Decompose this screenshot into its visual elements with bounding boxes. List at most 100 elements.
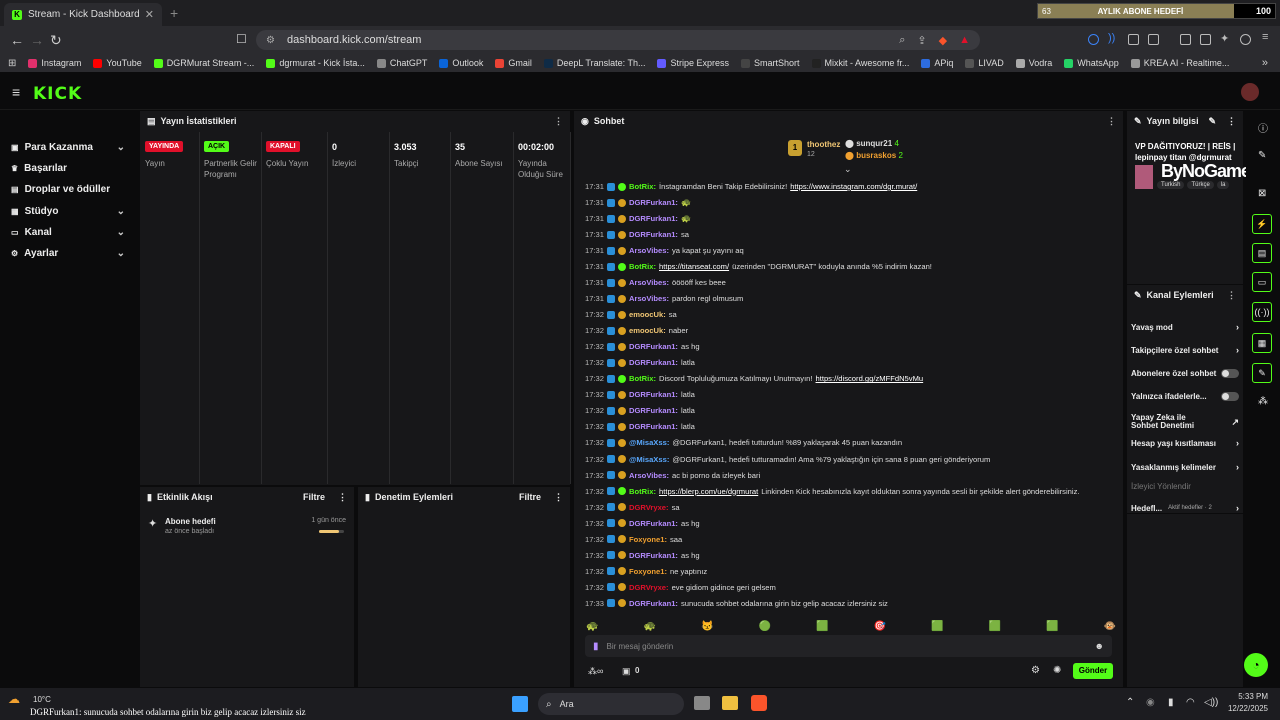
rail-lightning-button[interactable]: ⚡: [1252, 214, 1272, 234]
rail-broadcast-button[interactable]: ((·)): [1252, 302, 1272, 322]
emote-icon[interactable]: 🟩: [816, 621, 828, 632]
emote-icon[interactable]: 🟩: [989, 621, 1001, 632]
actions-more-icon[interactable]: ⋮: [1227, 290, 1236, 301]
points-icon[interactable]: ⁂∞: [588, 666, 603, 677]
message-username[interactable]: emoocUk:: [629, 326, 666, 335]
volume-icon[interactable]: ◁)): [1204, 697, 1218, 708]
message-username[interactable]: DGRFurkan1:: [629, 198, 678, 207]
stream-tag[interactable]: la: [1216, 181, 1230, 189]
bookmark-item[interactable]: WhatsApp: [1064, 58, 1119, 68]
top-user-3[interactable]: ⬤ busraskos 2: [845, 151, 903, 160]
stream-tag[interactable]: Turkish: [1157, 181, 1185, 189]
edit-icon[interactable]: ✎: [1258, 150, 1266, 161]
bookmark-icon[interactable]: ☐: [236, 32, 247, 46]
sidebar-item-droplar-ve-ödüller[interactable]: ▤ Droplar ve ödüller: [6, 180, 130, 200]
bookmark-item[interactable]: Gmail: [495, 58, 532, 68]
rail-layout-button[interactable]: ▦: [1252, 333, 1272, 353]
site-info-icon[interactable]: ⚙: [266, 35, 275, 46]
leo-ai-icon[interactable]: ✦: [1220, 32, 1231, 45]
kick-logo[interactable]: KICK: [33, 84, 82, 104]
clip-icon[interactable]: ⊠: [1258, 188, 1266, 199]
reload-icon[interactable]: ↻: [50, 32, 62, 49]
send-button[interactable]: Gönder: [1073, 663, 1113, 679]
message-username[interactable]: ArsoVibes:: [629, 294, 669, 303]
message-username[interactable]: BotRix:: [629, 182, 656, 191]
emote-icon[interactable]: 🟩: [931, 621, 943, 632]
bookmark-item[interactable]: Vodra: [1015, 58, 1052, 68]
message-username[interactable]: DGRFurkan1:: [629, 214, 678, 223]
zoom-icon[interactable]: ⌕: [899, 34, 905, 47]
bookmark-item[interactable]: APiq: [921, 58, 953, 68]
channel-action[interactable]: Abonelere özel sohbet: [1131, 369, 1239, 378]
message-username[interactable]: @MisaXss:: [629, 455, 669, 464]
bookmark-item[interactable]: SmartShort: [741, 58, 800, 68]
bookmark-item[interactable]: Outlook: [439, 58, 483, 68]
gift-icon[interactable]: ▣: [622, 666, 631, 677]
message-username[interactable]: BotRix:: [629, 262, 656, 271]
info-more-icon[interactable]: ⋮: [1227, 116, 1236, 127]
channel-action[interactable]: Yasaklanmış kelimeler ›: [1131, 462, 1239, 472]
chat-input[interactable]: ▮ Bir mesaj gönderin ☻: [585, 635, 1112, 657]
channel-action[interactable]: Yapay Zeka ile Sohbet Denetimi ↗: [1131, 414, 1239, 430]
stats-more-icon[interactable]: ⋮: [554, 116, 563, 127]
browser-tab[interactable]: K Stream - Kick Dashboard ✕: [4, 3, 162, 26]
extensions-icon[interactable]: [1128, 34, 1139, 45]
emote-icon[interactable]: 🐵: [1104, 621, 1116, 632]
channel-action[interactable]: Takipçilere özel sohbet ›: [1131, 345, 1239, 355]
apps-grid-icon[interactable]: ⊞: [8, 58, 16, 69]
message-username[interactable]: DGRFurkan1:: [629, 422, 678, 431]
message-link[interactable]: https://www.instagram.com/dgr.murat/: [790, 182, 917, 191]
task-view-icon[interactable]: [694, 696, 710, 710]
emote-icon[interactable]: 🎯: [874, 621, 886, 632]
toggle-switch[interactable]: [1221, 369, 1239, 378]
message-username[interactable]: ArsoVibes:: [629, 471, 669, 480]
bookmark-item[interactable]: DeepL Translate: Th...: [543, 58, 645, 68]
message-username[interactable]: DGRFurkan1:: [629, 230, 678, 239]
sidebar-item-ayarlar[interactable]: ⚙ Ayarlar ⌄: [6, 244, 130, 264]
clock-time[interactable]: 5:33 PM: [1226, 692, 1268, 701]
split-view-icon[interactable]: [1180, 34, 1191, 45]
forward-icon[interactable]: →: [30, 32, 44, 48]
wifi-icon[interactable]: ◠: [1186, 697, 1195, 708]
tray-mic-icon[interactable]: ▮: [1168, 697, 1174, 708]
top-user-2[interactable]: ⬤ sunqur21 4: [845, 139, 899, 148]
activity-more-icon[interactable]: ⋮: [338, 492, 347, 503]
emote-icon[interactable]: 🐢: [644, 621, 656, 632]
microphone-icon[interactable]: ▮: [593, 641, 599, 652]
bookmark-item[interactable]: YouTube: [93, 58, 142, 68]
moderation-more-icon[interactable]: ⋮: [554, 492, 563, 503]
bookmark-item[interactable]: ChatGPT: [376, 58, 427, 68]
message-username[interactable]: ArsoVibes:: [629, 278, 669, 287]
sidebar-toggle-icon[interactable]: [1148, 34, 1159, 45]
emote-icon[interactable]: 🟢: [759, 621, 771, 632]
moderation-filter-button[interactable]: Filtre: [519, 492, 541, 502]
clock-date[interactable]: 12/22/2025: [1220, 704, 1268, 713]
channel-action[interactable]: Hesap yaşı kısıtlaması ›: [1131, 438, 1239, 448]
chat-settings-icon[interactable]: ⚙: [1031, 665, 1040, 676]
url-field[interactable]: ⚙ dashboard.kick.com/stream ⌕ ⇪ ◆ ▲: [256, 30, 980, 50]
brave-browser-icon[interactable]: [751, 695, 767, 711]
audio-icon[interactable]: )): [1108, 32, 1119, 44]
sidebar-item-para-kazanma[interactable]: ▣ Para Kazanma ⌄: [6, 137, 130, 157]
message-username[interactable]: DGRFurkan1:: [629, 551, 678, 560]
message-username[interactable]: DGRFurkan1:: [629, 519, 678, 528]
message-link[interactable]: https://titanseat.com/: [659, 262, 729, 271]
message-link[interactable]: https://discord.gg/zMFFdN5vMu: [816, 374, 924, 383]
sidebar-item-başarılar[interactable]: ♛ Başarılar: [6, 159, 130, 179]
message-username[interactable]: DGRFurkan1:: [629, 599, 678, 608]
toggle-switch[interactable]: [1221, 392, 1239, 401]
taskbar-search[interactable]: ⌕ Ara: [538, 693, 684, 715]
message-username[interactable]: DGRFurkan1:: [629, 358, 678, 367]
channel-action[interactable]: Hedefl... Aktif hedefler · 2 ›: [1131, 503, 1239, 513]
message-link[interactable]: https://blerp.com/ue/dgrmurat: [659, 487, 758, 496]
shield-icon[interactable]: [1240, 34, 1251, 45]
bookmark-item[interactable]: Stripe Express: [657, 58, 729, 68]
vpn-icon[interactable]: [1088, 34, 1099, 45]
windows-start-icon[interactable]: [512, 696, 528, 712]
rail-tools-button[interactable]: ✎: [1252, 363, 1272, 383]
chat-tools-icon[interactable]: ✺: [1053, 665, 1061, 676]
message-username[interactable]: BotRix:: [629, 374, 656, 383]
brave-rewards-icon[interactable]: ▲: [959, 34, 970, 46]
help-button[interactable]: ◔: [1244, 653, 1268, 677]
bookmark-item[interactable]: Mixkit - Awesome fr...: [811, 58, 909, 68]
